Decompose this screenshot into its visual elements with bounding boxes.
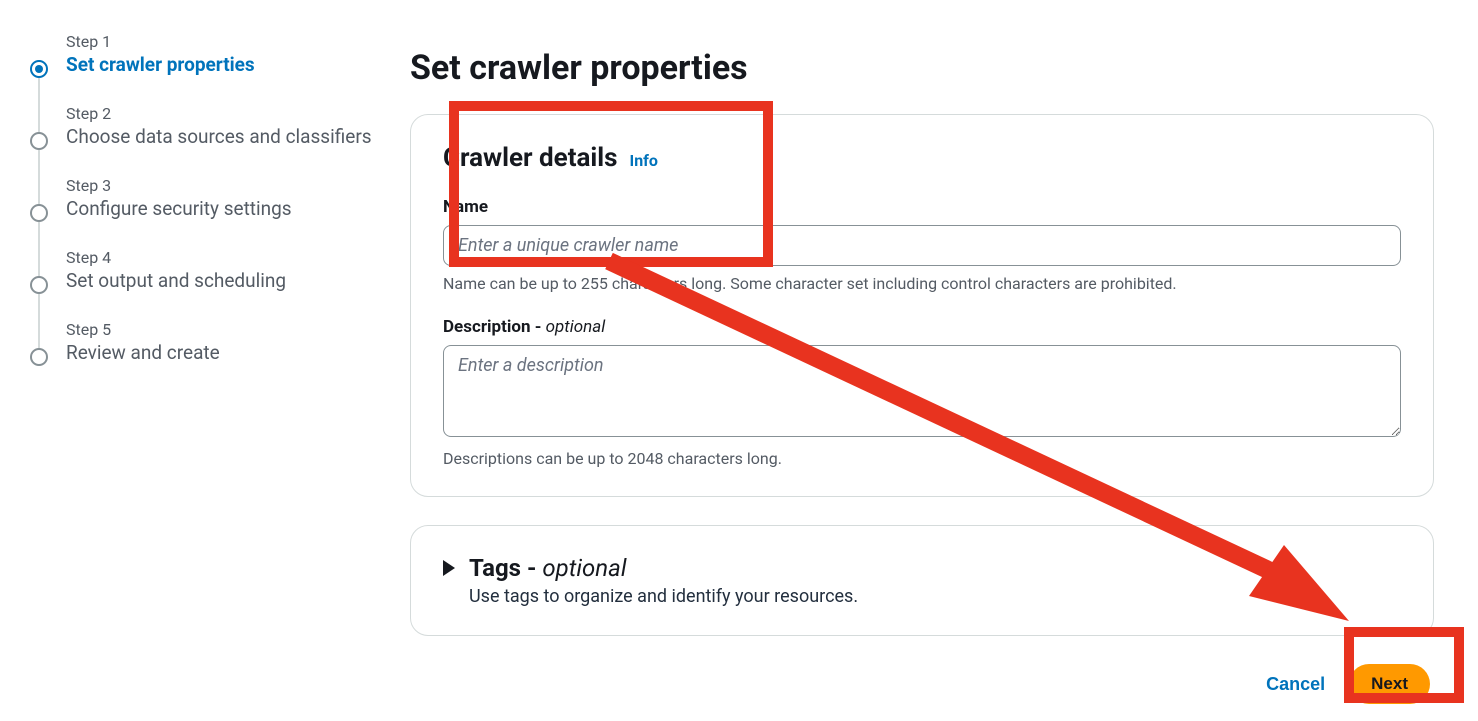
step-4[interactable]: Step 4 Set output and scheduling xyxy=(30,248,410,292)
crawler-details-panel: Crawler details Info Name Name can be up… xyxy=(410,114,1434,497)
step-dot-icon xyxy=(30,204,48,222)
description-label-text: Description - xyxy=(443,317,546,337)
wizard-steps: Step 1 Set crawler properties Step 2 Cho… xyxy=(20,30,410,704)
panel-heading: Crawler details xyxy=(443,143,618,173)
description-label: Description - optional xyxy=(443,317,1401,337)
step-dot-icon xyxy=(30,348,48,366)
footer-actions: Cancel Next xyxy=(410,664,1434,704)
name-hint: Name can be up to 255 characters long. S… xyxy=(443,274,1401,293)
step-title: Configure security settings xyxy=(66,197,410,220)
tags-panel[interactable]: Tags - optional Use tags to organize and… xyxy=(410,525,1434,636)
step-title: Set output and scheduling xyxy=(66,269,410,292)
cancel-button[interactable]: Cancel xyxy=(1266,674,1325,695)
crawler-name-input[interactable] xyxy=(443,225,1401,266)
step-dot-icon xyxy=(30,132,48,150)
step-num: Step 4 xyxy=(66,248,410,267)
name-label: Name xyxy=(443,197,1401,217)
description-hint: Descriptions can be up to 2048 character… xyxy=(443,449,1401,468)
caret-right-icon xyxy=(443,560,455,576)
step-title: Choose data sources and classifiers xyxy=(66,125,410,148)
step-num: Step 1 xyxy=(66,32,410,51)
info-link[interactable]: Info xyxy=(630,151,658,170)
step-num: Step 3 xyxy=(66,176,410,195)
step-title: Set crawler properties xyxy=(66,53,410,76)
optional-label: optional xyxy=(542,554,626,582)
step-dot-icon xyxy=(30,60,48,78)
tags-title: Tags - optional xyxy=(469,554,858,582)
optional-label: optional xyxy=(546,317,606,337)
step-num: Step 5 xyxy=(66,320,410,339)
step-5[interactable]: Step 5 Review and create xyxy=(30,320,410,364)
crawler-description-input[interactable] xyxy=(443,345,1401,437)
main-content: Set crawler properties Crawler details I… xyxy=(410,30,1458,704)
step-3[interactable]: Step 3 Configure security settings xyxy=(30,176,410,220)
step-num: Step 2 xyxy=(66,104,410,123)
step-title: Review and create xyxy=(66,341,410,364)
tags-title-text: Tags - xyxy=(469,554,542,582)
step-2[interactable]: Step 2 Choose data sources and classifie… xyxy=(30,104,410,148)
step-dot-icon xyxy=(30,276,48,294)
step-1[interactable]: Step 1 Set crawler properties xyxy=(30,32,410,76)
next-button[interactable]: Next xyxy=(1349,664,1430,704)
tags-description: Use tags to organize and identify your r… xyxy=(469,586,858,607)
page-title: Set crawler properties xyxy=(410,48,1434,88)
